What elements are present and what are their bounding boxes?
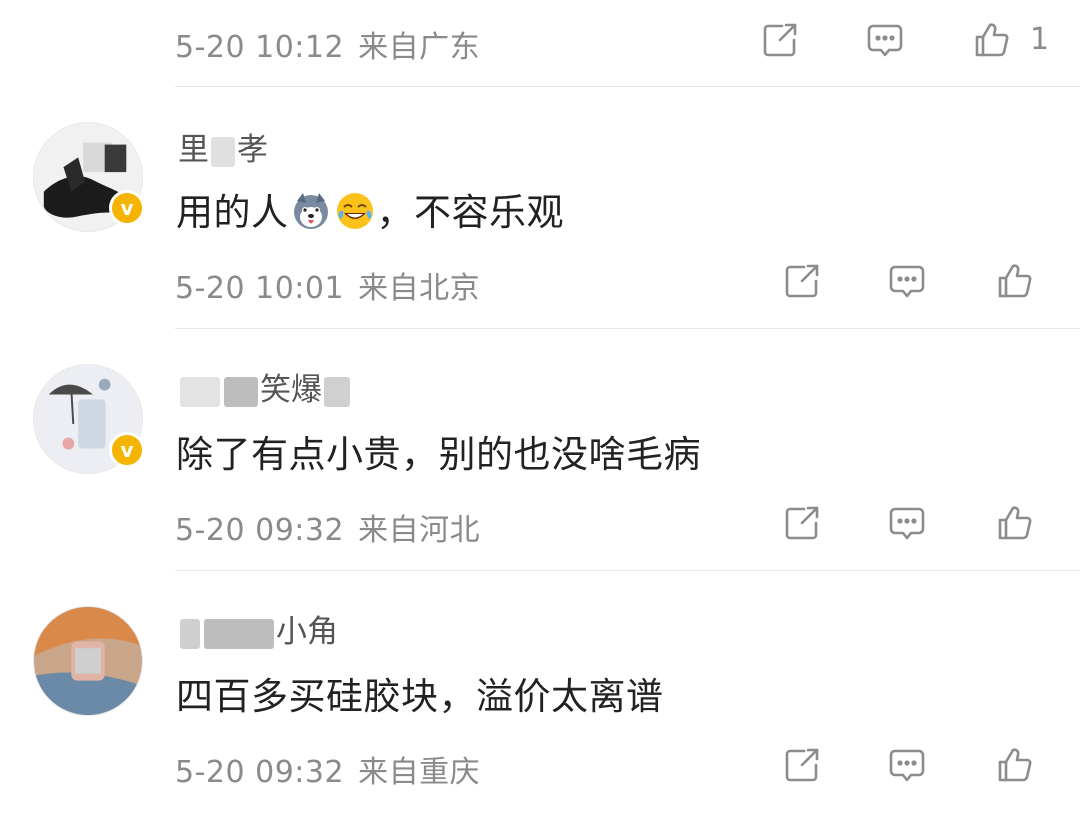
- location: 来自北京: [358, 271, 481, 306]
- location: 来自重庆: [358, 755, 481, 790]
- comment-meta: 5-20 09:32 来自河北: [175, 505, 1080, 548]
- share-icon: [785, 506, 819, 540]
- comment-icon: [889, 507, 925, 540]
- timestamp: 5-20 10:12: [175, 30, 345, 65]
- username[interactable]: 小角: [178, 606, 338, 651]
- redacted-name: [211, 136, 235, 167]
- username[interactable]: 笑爆: [178, 364, 352, 409]
- redacted-name: [180, 618, 200, 649]
- redacted-name: [224, 376, 258, 407]
- avatar[interactable]: [33, 606, 143, 716]
- timestamp: 5-20 09:32: [175, 513, 345, 548]
- share-icon: [785, 748, 819, 782]
- comment-item: v 里孝 用的人 ，不容乐观 5-20 10:01 来自北京: [0, 90, 1080, 330]
- comment-item: 小角 四百多买硅胶块，溢价太离谱 5-20 09:32 来自重庆: [0, 574, 1080, 814]
- timestamp: 5-20 09:32: [175, 755, 345, 790]
- laugh-cry-emoji: [336, 193, 373, 229]
- location: 来自河北: [358, 513, 481, 548]
- location: 来自广东: [358, 30, 481, 65]
- like-button[interactable]: [970, 18, 1014, 62]
- avatar-image: [34, 607, 142, 715]
- timestamp: 5-20 10:01: [175, 271, 345, 306]
- comment-meta: 5-20 10:01 来自北京: [175, 263, 1080, 306]
- username[interactable]: 里孝: [178, 124, 268, 169]
- divider: [175, 328, 1080, 329]
- redacted-name: [324, 376, 350, 407]
- avatar[interactable]: v: [33, 364, 145, 474]
- like-button[interactable]: [993, 743, 1037, 787]
- comment-icon: [867, 24, 903, 57]
- thumbs-up-icon: [998, 748, 1032, 782]
- share-button[interactable]: [780, 743, 824, 787]
- comment-text: 除了有点小贵，别的也没啥毛病: [176, 433, 701, 476]
- comment-button[interactable]: [885, 259, 929, 303]
- comment-button[interactable]: [885, 501, 929, 545]
- thumbs-up-icon: [998, 506, 1032, 540]
- comment-icon: [889, 749, 925, 782]
- comment-item: v 笑爆 除了有点小贵，别的也没啥毛病 5-20 09:32 来自河北: [0, 332, 1080, 572]
- comment-text: 四百多买硅胶块，溢价太离谱: [176, 675, 664, 718]
- verified-badge-icon: v: [109, 432, 145, 468]
- share-button[interactable]: [758, 18, 802, 62]
- top-meta-text: 5-20 10:12 来自广东: [175, 22, 480, 66]
- avatar[interactable]: v: [33, 122, 145, 232]
- comment-button[interactable]: [885, 743, 929, 787]
- thumbs-up-icon: [975, 23, 1009, 57]
- comment-meta: 5-20 09:32 来自重庆: [175, 747, 1080, 790]
- divider: [175, 86, 1080, 87]
- redacted-name: [204, 618, 274, 649]
- top-comment-meta: 5-20 10:12 来自广东 1: [175, 22, 1080, 65]
- like-button[interactable]: [993, 501, 1037, 545]
- redacted-name: [180, 376, 220, 407]
- comment-icon: [889, 265, 925, 298]
- verified-badge-icon: v: [109, 190, 145, 226]
- share-icon: [763, 23, 797, 57]
- husky-dog-emoji: [293, 193, 328, 229]
- thumbs-up-icon: [998, 264, 1032, 298]
- share-button[interactable]: [780, 501, 824, 545]
- share-icon: [785, 264, 819, 298]
- like-count: 1: [1030, 22, 1050, 57]
- divider: [175, 570, 1080, 571]
- like-button[interactable]: [993, 259, 1037, 303]
- share-button[interactable]: [780, 259, 824, 303]
- comment-button[interactable]: [863, 18, 907, 62]
- comment-text: 用的人 ，不容乐观: [176, 191, 564, 234]
